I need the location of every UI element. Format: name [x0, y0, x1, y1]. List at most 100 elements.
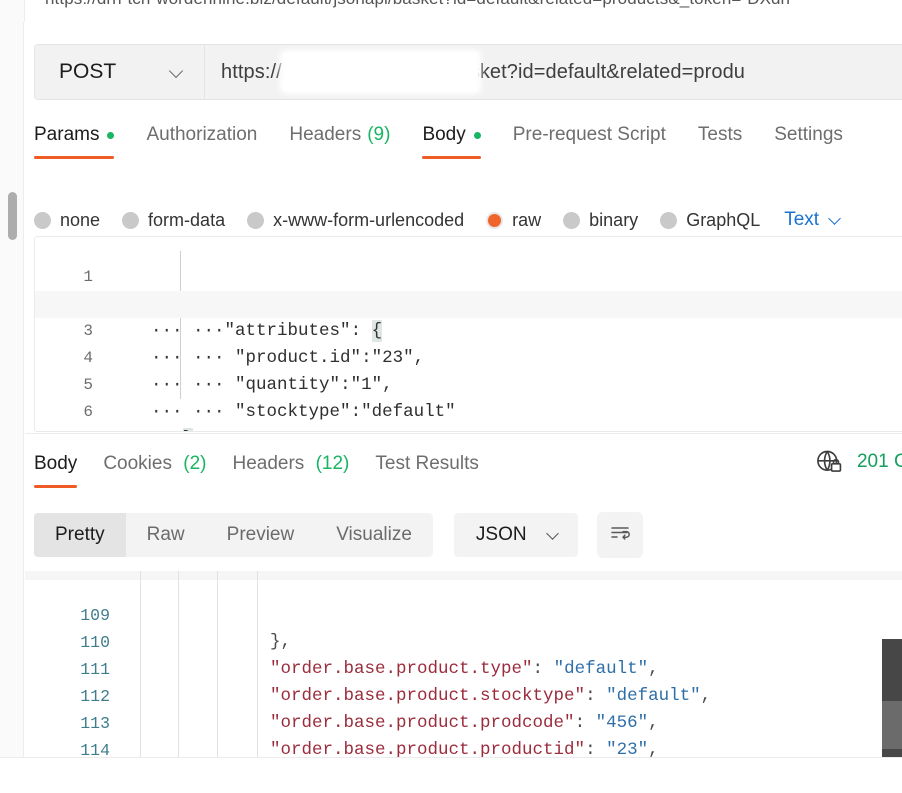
response-scrollbar-thumb[interactable]	[882, 701, 902, 749]
response-code-line: 111 "order.base.product.stocktype": "def…	[25, 629, 902, 706]
request-code-line: 7 }}	[35, 399, 902, 431]
url-redaction-overlay	[283, 53, 478, 91]
body-type-urlencoded-label: x-www-form-urlencoded	[273, 209, 465, 230]
line-content: ···}	[109, 426, 194, 431]
http-method-dropdown[interactable]: POST	[35, 45, 205, 99]
raw-format-label: Text	[784, 209, 820, 230]
body-type-graphql[interactable]: GraphQL	[660, 210, 760, 231]
request-code-line: 6 ···}	[35, 372, 902, 431]
request-tabs: Params Authorization Headers (9) Body Pr…	[34, 120, 902, 168]
body-type-urlencoded[interactable]: x-www-form-urlencoded	[247, 210, 464, 231]
request-code-line: 3 ··· ··· "product.id":"23",	[35, 291, 902, 368]
radio-icon	[34, 211, 51, 229]
bottom-empty-area	[0, 758, 902, 793]
request-response-pane: POST https://dr :/default/jsonapi/basket…	[25, 22, 902, 757]
chevron-down-icon	[169, 64, 185, 80]
clipped-url-strip: https://drh-tch-wordenhine.biz/default/j…	[0, 0, 902, 22]
request-code-line: 1 {"data": {	[35, 237, 902, 314]
view-pretty[interactable]: Pretty	[34, 513, 126, 557]
tab-authorization[interactable]: Authorization	[146, 120, 257, 159]
body-type-none-label: none	[60, 209, 101, 230]
response-code-line: 109 },	[25, 575, 902, 652]
response-tab-body-label: Body	[34, 453, 78, 474]
body-type-binary[interactable]: binary	[563, 210, 638, 231]
clipped-left-gutter	[0, 0, 25, 22]
response-tab-test-results[interactable]: Test Results	[375, 450, 478, 488]
clipped-url-text: https://drh-tch-wordenhine.biz/default/j…	[45, 0, 790, 9]
response-code-line: 110 "order.base.product.type": "default"…	[25, 602, 902, 679]
response-view-segments: Pretty Raw Preview Visualize	[34, 513, 433, 557]
response-tab-headers-count: (12)	[315, 453, 350, 474]
response-tab-test-results-label: Test Results	[375, 453, 479, 474]
body-type-graphql-label: GraphQL	[686, 209, 761, 230]
globe-lock-icon	[815, 448, 843, 476]
tab-settings[interactable]: Settings	[774, 120, 843, 159]
response-format-dropdown[interactable]: JSON	[453, 513, 578, 557]
request-bar: POST https://dr :/default/jsonapi/basket…	[34, 44, 902, 100]
view-raw[interactable]: Raw	[126, 513, 206, 557]
word-wrap-button[interactable]	[596, 512, 643, 558]
view-visualize-label: Visualize	[336, 524, 412, 545]
radio-selected-icon	[486, 211, 504, 229]
raw-format-dropdown[interactable]: Text	[784, 209, 843, 231]
tab-tests[interactable]: Tests	[698, 120, 742, 159]
tab-body[interactable]: Body	[422, 120, 482, 159]
request-code-line: 5 ··· ··· "stocktype":"default"	[35, 345, 902, 422]
tab-authorization-label: Authorization	[146, 124, 258, 145]
response-tab-cookies[interactable]: Cookies (2)	[103, 450, 206, 488]
left-gutter	[0, 22, 24, 757]
radio-icon	[122, 211, 140, 229]
body-type-binary-label: binary	[589, 209, 639, 230]
view-pretty-label: Pretty	[55, 524, 105, 545]
body-type-none[interactable]: none	[34, 210, 100, 231]
response-code-line: 113 "order.base.product.productid": "23"…	[25, 683, 902, 757]
tab-params-label: Params	[34, 124, 100, 145]
request-code-line: 2 ··· ···"attributes": {	[35, 264, 902, 342]
line-number: 7	[35, 426, 93, 431]
view-raw-label: Raw	[146, 524, 185, 545]
request-code-line: 4 ··· ··· "quantity":"1",	[35, 318, 902, 395]
response-tab-body[interactable]: Body	[34, 450, 78, 488]
view-preview-label: Preview	[226, 524, 295, 545]
body-type-raw-label: raw	[512, 209, 542, 230]
body-type-form-data-label: form-data	[148, 209, 226, 230]
tab-headers-label: Headers	[289, 124, 362, 145]
tab-pre-request-script[interactable]: Pre-request Script	[513, 120, 666, 159]
tab-body-label: Body	[422, 124, 466, 145]
response-tab-cookies-label: Cookies	[103, 453, 172, 474]
radio-icon	[660, 211, 678, 229]
response-tabs: Body Cookies (2) Headers (12) Test Resul…	[34, 450, 902, 498]
response-format-label: JSON	[475, 524, 527, 545]
response-code-line: 112 "order.base.product.prodcode": "456"…	[25, 656, 902, 733]
response-tab-cookies-count: (2)	[183, 453, 207, 474]
request-body-editor[interactable]: 1 {"data": { 2 ··· ···"attributes": { 3 …	[34, 236, 902, 432]
response-code-line: 114 "order.base.product.parentproductid"…	[25, 710, 902, 757]
tab-pre-request-script-label: Pre-request Script	[512, 124, 666, 145]
tab-params[interactable]: Params	[34, 120, 115, 159]
chevron-down-icon	[829, 213, 843, 227]
body-modified-dot	[473, 131, 481, 139]
tab-settings-label: Settings	[774, 124, 843, 145]
response-view-toolbar: Pretty Raw Preview Visualize JSON	[34, 512, 643, 558]
response-tab-headers[interactable]: Headers (12)	[232, 450, 349, 488]
response-divider	[25, 433, 902, 434]
response-body-editor[interactable]: 109 }, 110 "order.base.product.type": "d…	[25, 571, 902, 757]
http-method-label: POST	[59, 60, 117, 83]
radio-icon	[247, 211, 265, 229]
status-code-text: 201 Cr	[856, 451, 902, 472]
tab-headers[interactable]: Headers (9)	[289, 120, 390, 159]
response-code-line: 115 "order.base.product.vendor": "Defaul…	[25, 737, 902, 757]
view-preview[interactable]: Preview	[206, 513, 316, 557]
word-wrap-icon	[609, 523, 631, 548]
chevron-down-icon	[547, 528, 561, 542]
request-pane-scrollbar[interactable]	[8, 192, 17, 240]
params-modified-dot	[107, 131, 115, 139]
body-type-form-data[interactable]: form-data	[122, 210, 225, 231]
body-type-options: none form-data x-www-form-urlencoded raw…	[34, 200, 902, 240]
response-status-area: 201 Cr	[815, 448, 902, 476]
tab-headers-count: (9)	[367, 124, 391, 145]
response-tab-headers-label: Headers	[232, 453, 305, 474]
url-input[interactable]: https://dr :/default/jsonapi/basket?id=d…	[205, 45, 902, 99]
body-type-raw[interactable]: raw	[486, 210, 541, 231]
view-visualize[interactable]: Visualize	[315, 513, 433, 557]
